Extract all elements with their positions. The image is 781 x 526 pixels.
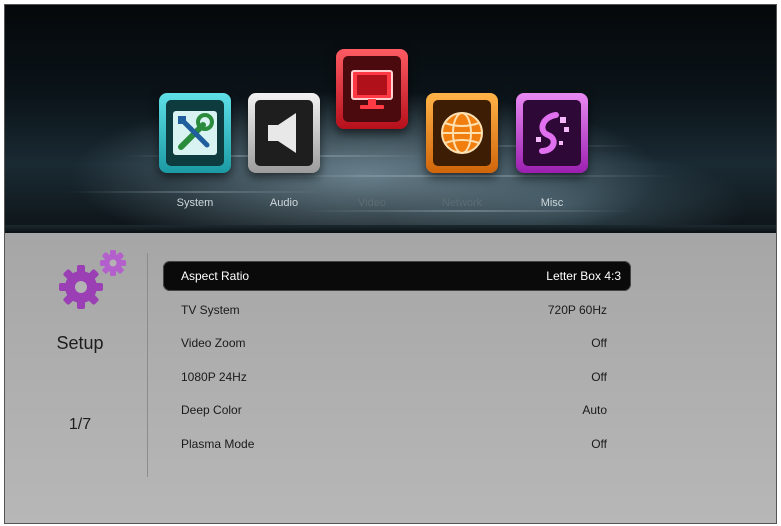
setting-value: Off — [591, 336, 607, 350]
setting-value: 720P 60Hz — [547, 302, 607, 317]
menu-label-misc: Misc — [540, 197, 564, 209]
setting-label: Aspect Ratio — [181, 269, 250, 283]
setting-label: Video Zoom — [181, 336, 246, 350]
setting-row-aspect-ratio[interactable]: Aspect Ratio Letter Box 4:3 — [163, 261, 631, 291]
menu-item-video[interactable] — [336, 49, 408, 129]
setting-row-plasma-mode[interactable]: Plasma Mode Off — [163, 429, 631, 459]
menu-label-network: Network — [441, 197, 483, 209]
setting-value: Off — [591, 369, 607, 384]
menu-label-audio: Audio — [269, 197, 299, 209]
menu-item-network[interactable] — [426, 93, 498, 173]
divider — [147, 253, 148, 477]
menu-label-system: System — [176, 197, 214, 209]
setting-row-deep-color[interactable]: Deep Color Auto — [163, 395, 631, 425]
setting-value: Off — [591, 436, 607, 451]
setting-row-tv-system[interactable]: TV System 720P 60Hz — [163, 295, 631, 325]
speaker-icon — [268, 113, 296, 153]
gears-icon — [59, 250, 126, 309]
setup-panel: Setup 1/7 Aspect Ratio Letter Box 4:3 TV… — [5, 233, 776, 523]
monitor-icon — [351, 70, 393, 109]
setting-value: Letter Box 4:3 — [546, 269, 621, 283]
menu-item-system[interactable] — [159, 93, 231, 173]
settings-list: Aspect Ratio Letter Box 4:3 TV System 72… — [163, 261, 631, 462]
page-indicator: 1/7 — [68, 416, 92, 433]
menu-banner: System Audio Video Network Misc — [5, 5, 776, 233]
misc-icon — [536, 112, 569, 154]
wrench-screwdriver-icon — [173, 111, 217, 155]
setting-label: 1080P 24Hz — [181, 369, 247, 384]
setting-label: Deep Color — [181, 403, 242, 417]
setting-label: Plasma Mode — [181, 436, 255, 451]
setting-value: Auto — [582, 403, 607, 417]
menu-item-audio[interactable] — [248, 93, 320, 173]
setting-row-video-zoom[interactable]: Video Zoom Off — [163, 328, 631, 358]
menu-item-misc[interactable] — [516, 93, 588, 173]
setup-screen: System Audio Video Network Misc Setup 1/… — [4, 4, 777, 524]
setting-row-1080p-24hz[interactable]: 1080P 24Hz Off — [163, 362, 631, 392]
globe-icon — [441, 112, 483, 154]
page-title: Setup — [56, 333, 104, 353]
setting-label: TV System — [181, 302, 240, 317]
menu-label-video: Video — [358, 197, 386, 209]
